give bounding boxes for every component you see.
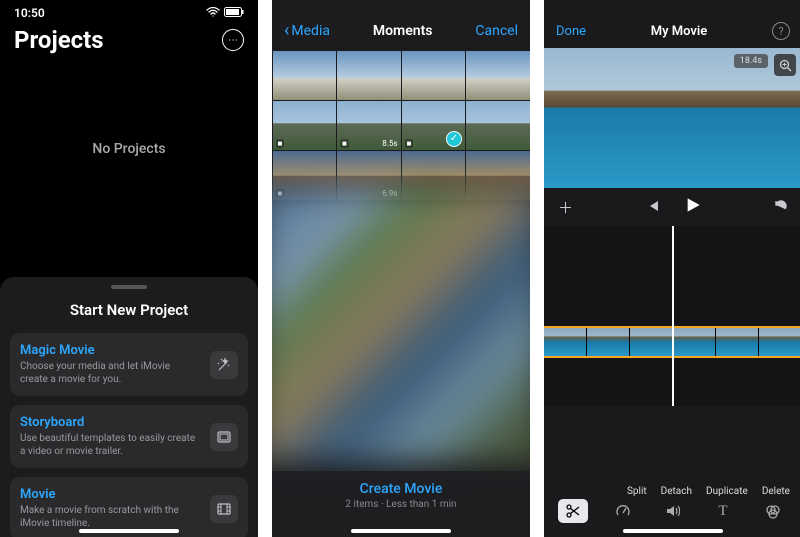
back-button[interactable]: ‹ Media bbox=[284, 22, 330, 40]
status-icons bbox=[206, 6, 244, 20]
tool-speed[interactable] bbox=[608, 499, 638, 523]
filters-icon bbox=[765, 503, 781, 519]
option-title: Movie bbox=[20, 487, 200, 502]
done-button[interactable]: Done bbox=[556, 24, 586, 39]
playhead[interactable] bbox=[672, 226, 674, 406]
media-thumb[interactable] bbox=[466, 101, 530, 150]
tool-volume[interactable] bbox=[658, 499, 688, 523]
picker-title: Moments bbox=[373, 23, 433, 39]
back-label: Media bbox=[291, 23, 330, 39]
magnifier-icon bbox=[779, 59, 792, 72]
media-thumb[interactable]: ■ ✓ bbox=[402, 101, 466, 150]
help-button[interactable]: ? bbox=[772, 22, 790, 40]
tool-tabs: T bbox=[544, 493, 800, 529]
tool-titles[interactable]: T bbox=[708, 499, 738, 523]
screen-projects: 10:50 Projects ⋯ No Projects Start New P… bbox=[0, 0, 258, 537]
media-thumb[interactable]: ■ 8.5s bbox=[337, 101, 401, 150]
option-magic-movie[interactable]: Magic Movie Choose your media and let iM… bbox=[10, 333, 248, 396]
grid-row bbox=[272, 50, 530, 100]
wifi-icon bbox=[206, 6, 220, 20]
timeline-clip[interactable] bbox=[587, 328, 630, 356]
media-thumb[interactable] bbox=[466, 51, 530, 100]
selected-check-icon: ✓ bbox=[446, 131, 462, 147]
option-text: Magic Movie Choose your media and let iM… bbox=[20, 343, 200, 386]
option-title: Magic Movie bbox=[20, 343, 200, 358]
home-indicator[interactable] bbox=[623, 529, 723, 533]
sheet-handle[interactable] bbox=[111, 285, 147, 289]
transport-controls: ＋ bbox=[544, 188, 800, 226]
video-icon: ■ bbox=[340, 139, 349, 148]
tool-cut[interactable] bbox=[558, 499, 588, 523]
skip-back-button[interactable] bbox=[647, 198, 659, 216]
option-storyboard[interactable]: Storyboard Use beautiful templates to ea… bbox=[10, 405, 248, 468]
video-icon: ■ bbox=[405, 139, 414, 148]
create-movie-button[interactable]: Create Movie bbox=[272, 481, 530, 497]
picker-nav: ‹ Media Moments Cancel bbox=[272, 0, 530, 50]
option-movie[interactable]: Movie Make a movie from scratch with the… bbox=[10, 477, 248, 537]
speedometer-icon bbox=[615, 503, 631, 519]
option-title: Storyboard bbox=[20, 415, 200, 430]
media-thumb[interactable] bbox=[273, 51, 337, 100]
option-desc: Choose your media and let iMovie create … bbox=[20, 360, 200, 386]
page-title: Projects bbox=[14, 26, 104, 54]
more-button[interactable]: ⋯ bbox=[222, 29, 244, 51]
scissors-icon bbox=[565, 503, 581, 519]
home-indicator[interactable] bbox=[351, 529, 451, 533]
chevron-left-icon: ‹ bbox=[284, 22, 289, 40]
home-indicator[interactable] bbox=[79, 529, 179, 533]
sheet-title: Start New Project bbox=[10, 301, 248, 319]
play-button[interactable] bbox=[685, 197, 701, 217]
new-project-sheet: Start New Project Magic Movie Choose you… bbox=[0, 277, 258, 537]
create-sub: 2 items · Less than 1 min bbox=[272, 499, 530, 510]
add-media-button[interactable]: ＋ bbox=[558, 197, 573, 218]
status-bar: 10:50 bbox=[0, 0, 258, 22]
cancel-button[interactable]: Cancel bbox=[475, 23, 518, 39]
blurred-background bbox=[272, 188, 530, 463]
clip-duration: 8.5s bbox=[382, 139, 397, 148]
media-thumb[interactable]: ■ bbox=[273, 101, 337, 150]
film-icon bbox=[210, 495, 238, 523]
option-text: Storyboard Use beautiful templates to ea… bbox=[20, 415, 200, 458]
photo-grid: ■ ■ 8.5s ■ ✓ ■ 6.9s bbox=[272, 50, 530, 200]
video-icon: ■ bbox=[276, 139, 285, 148]
duration-badge: 18.4s bbox=[734, 54, 768, 68]
option-text: Movie Make a movie from scratch with the… bbox=[20, 487, 200, 530]
screen-editor: Done My Movie ? 18.4s ＋ bbox=[544, 0, 800, 537]
grid-row: ■ ■ 8.5s ■ ✓ bbox=[272, 100, 530, 150]
timeline-clip[interactable] bbox=[544, 328, 587, 356]
editor-nav: Done My Movie ? bbox=[544, 0, 800, 48]
zoom-button[interactable] bbox=[774, 54, 796, 76]
screen-media-picker: ‹ Media Moments Cancel ■ ■ 8.5s ■ ✓ bbox=[272, 0, 530, 537]
timeline-clip[interactable] bbox=[630, 328, 673, 356]
empty-state: No Projects bbox=[0, 64, 258, 234]
timeline-clip[interactable] bbox=[759, 328, 800, 356]
create-bar: Create Movie 2 items · Less than 1 min bbox=[272, 471, 530, 537]
media-thumb[interactable] bbox=[402, 51, 466, 100]
storyboard-icon bbox=[210, 423, 238, 451]
timeline-clip[interactable] bbox=[716, 328, 759, 356]
projects-header: Projects ⋯ bbox=[0, 22, 258, 64]
option-desc: Use beautiful templates to easily create… bbox=[20, 432, 200, 458]
timeline-clip[interactable] bbox=[673, 328, 716, 356]
timeline[interactable] bbox=[544, 226, 800, 406]
magic-wand-icon bbox=[210, 351, 238, 379]
undo-button[interactable] bbox=[774, 198, 788, 216]
tool-filters[interactable] bbox=[758, 499, 788, 523]
option-desc: Make a movie from scratch with the iMovi… bbox=[20, 504, 200, 530]
volume-icon bbox=[665, 503, 681, 519]
media-thumb[interactable] bbox=[337, 51, 401, 100]
empty-text: No Projects bbox=[92, 141, 165, 157]
video-preview[interactable]: 18.4s bbox=[544, 48, 800, 188]
movie-title: My Movie bbox=[651, 24, 708, 39]
status-time: 10:50 bbox=[14, 6, 45, 20]
battery-icon bbox=[224, 6, 244, 20]
